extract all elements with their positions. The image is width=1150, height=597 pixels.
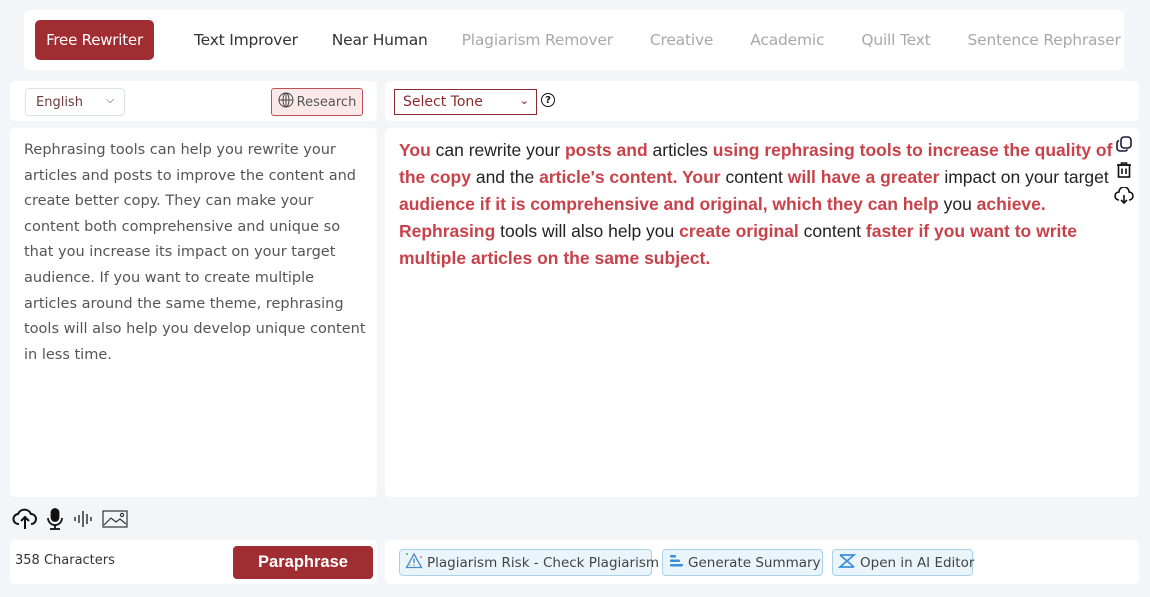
character-count: 358 Characters xyxy=(15,553,115,568)
tab-academic[interactable]: Academic xyxy=(750,31,824,49)
tab-creative[interactable]: Creative xyxy=(650,31,714,49)
unchanged-phrase: impact on your target xyxy=(939,167,1109,187)
ai-editor-icon xyxy=(837,553,857,573)
changed-phrase[interactable]: create original xyxy=(679,221,799,241)
generate-summary-button[interactable]: Generate Summary xyxy=(662,549,823,576)
open-ai-editor-label: Open in AI Editor xyxy=(860,554,975,571)
unchanged-phrase: content xyxy=(798,221,866,241)
input-editor[interactable]: Rephrasing tools can help you rewrite yo… xyxy=(10,128,377,497)
chevron-down-icon: ⌄ xyxy=(519,94,529,107)
changed-phrase[interactable]: article's content. Your xyxy=(539,167,720,187)
download-cloud-icon[interactable] xyxy=(1113,186,1135,206)
changed-phrase[interactable]: will have a greater xyxy=(788,167,940,187)
chevron-down-icon: ⌵ xyxy=(106,95,114,106)
check-plagiarism-button[interactable]: Plagiarism Risk - Check Plagiarism xyxy=(399,549,659,576)
unchanged-phrase: you xyxy=(938,194,977,214)
check-plagiarism-label: Plagiarism Risk - Check Plagiarism xyxy=(427,554,660,571)
open-ai-editor-button[interactable]: Open in AI Editor xyxy=(832,549,975,576)
research-button[interactable]: Research xyxy=(271,88,363,116)
warning-icon xyxy=(405,552,423,573)
tab-near-human[interactable]: Near Human xyxy=(332,31,428,49)
help-icon[interactable]: ? xyxy=(541,93,555,107)
tab-free-rewriter[interactable]: Free Rewriter xyxy=(35,20,154,60)
output-editor: You can rewrite your posts and articles … xyxy=(385,128,1139,497)
unchanged-phrase: can rewrite your xyxy=(430,140,565,160)
changed-phrase[interactable]: posts and xyxy=(565,140,648,160)
summary-icon xyxy=(668,553,684,573)
output-actions xyxy=(1113,134,1135,206)
output-footer: Plagiarism Risk - Check Plagiarism Gener… xyxy=(385,540,1139,584)
unchanged-phrase: articles xyxy=(647,140,713,160)
upload-cloud-icon[interactable] xyxy=(12,508,38,530)
unchanged-phrase: and the xyxy=(470,167,540,187)
microphone-icon[interactable] xyxy=(46,508,64,530)
globe-icon xyxy=(278,92,294,112)
changed-phrase[interactable]: audience if it is comprehensive and orig… xyxy=(399,194,939,214)
language-select[interactable]: English ⌵ xyxy=(25,88,125,116)
trash-icon[interactable] xyxy=(1113,160,1135,180)
research-label: Research xyxy=(296,94,357,110)
language-value: English xyxy=(36,94,83,110)
tone-value: Select Tone xyxy=(403,94,483,110)
unchanged-phrase: content xyxy=(720,167,788,187)
copy-icon[interactable] xyxy=(1113,134,1135,154)
audio-wave-icon[interactable] xyxy=(72,510,94,528)
output-toolbar: Select Tone ⌄ ? xyxy=(385,81,1139,121)
output-text[interactable]: You can rewrite your posts and articles … xyxy=(399,137,1119,272)
image-icon[interactable] xyxy=(102,510,128,528)
tone-select[interactable]: Select Tone ⌄ xyxy=(394,89,537,115)
paraphrase-button[interactable]: Paraphrase xyxy=(233,546,373,579)
input-footer: 358 Characters Paraphrase xyxy=(10,540,377,584)
mode-tabs: Free Rewriter Text Improver Near Human P… xyxy=(24,10,1124,70)
tab-plagiarism-remover[interactable]: Plagiarism Remover xyxy=(462,31,613,49)
tab-text-improver[interactable]: Text Improver xyxy=(194,31,298,49)
unchanged-phrase: tools will also help you xyxy=(495,221,680,241)
changed-phrase[interactable]: You xyxy=(399,140,431,160)
tab-sentence-rephraser[interactable]: Sentence Rephraser xyxy=(968,31,1121,49)
input-source-icons xyxy=(12,508,128,530)
input-toolbar: English ⌵ Research xyxy=(10,81,377,121)
generate-summary-label: Generate Summary xyxy=(688,554,821,571)
input-text[interactable]: Rephrasing tools can help you rewrite yo… xyxy=(24,138,369,368)
tab-quill-text[interactable]: Quill Text xyxy=(861,31,930,49)
